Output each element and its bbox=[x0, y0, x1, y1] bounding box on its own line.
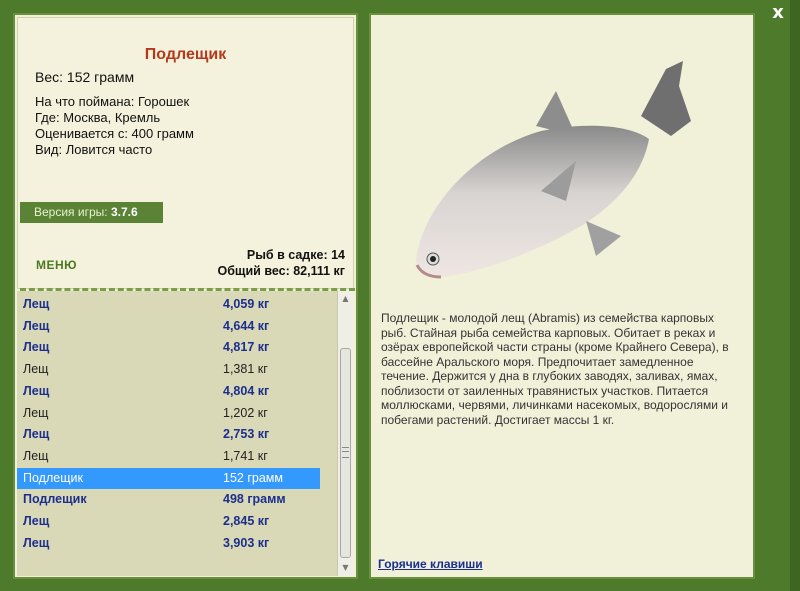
fish-name: Лещ bbox=[23, 405, 49, 420]
list-item[interactable]: Подлещик 498 грамм bbox=[17, 489, 320, 510]
fish-count: Рыб в садке: 14 bbox=[246, 248, 345, 262]
fish-weight-cell: 4,817 кг bbox=[223, 340, 270, 355]
list-item[interactable]: Лещ 1,381 кг bbox=[17, 359, 320, 380]
background-edge bbox=[790, 0, 800, 591]
fish-name: Лещ bbox=[23, 318, 50, 333]
fish-weight-cell: 1,381 кг bbox=[223, 362, 268, 377]
fish-weight-cell: 2,845 кг bbox=[223, 514, 270, 528]
fish-weight-cell: 4,644 кг bbox=[223, 318, 270, 333]
close-icon: x bbox=[772, 2, 784, 23]
total-weight: Общий вес: 82,111 кг bbox=[217, 264, 345, 278]
fish-name: Лещ bbox=[23, 362, 49, 377]
right-panel: Подлещик - молодой лещ (Abramis) из семе… bbox=[369, 13, 755, 579]
grip-icon bbox=[342, 447, 349, 458]
fish-illustration bbox=[415, 61, 691, 279]
fish-weight-cell: 4,804 кг bbox=[223, 383, 270, 398]
location-info: Где: Москва, Кремль bbox=[35, 110, 161, 125]
list-item[interactable]: Лещ 1,741 кг bbox=[17, 446, 320, 467]
fish-weight-cell: 498 грамм bbox=[223, 492, 286, 507]
list-item[interactable]: Лещ 2,845 кг bbox=[17, 511, 320, 532]
fish-name: Лещ bbox=[23, 297, 50, 311]
version-value: 3.7.6 bbox=[110, 205, 138, 219]
fish-name: Лещ bbox=[23, 383, 50, 398]
frequency-info: Вид: Ловится часто bbox=[35, 142, 153, 157]
fish-name: Лещ bbox=[23, 448, 49, 463]
fish-weight-cell: 2,753 кг bbox=[223, 427, 270, 442]
fish-name: Лещ bbox=[23, 514, 50, 528]
scroll-up-icon[interactable]: ▲ bbox=[340, 293, 351, 305]
scroll-thumb[interactable] bbox=[340, 348, 351, 558]
catch-list[interactable]: Лещ 4,059 кг Лещ 4,644 кг Лещ 4,817 кг Лещ 1,38… bbox=[17, 291, 337, 576]
fish-weight-cell: 3,903 кг bbox=[223, 535, 270, 550]
fish-name: Лещ bbox=[23, 340, 50, 355]
bait-info: На что поймана: Горошек bbox=[35, 94, 190, 109]
version-bar: Версия игры: 3.7.6 bbox=[20, 202, 163, 223]
scroll-down-icon[interactable]: ▼ bbox=[340, 562, 351, 574]
fish-title: Подлещик bbox=[144, 46, 227, 63]
list-item[interactable]: Лещ 4,804 кг bbox=[17, 381, 320, 402]
close-button[interactable]: x bbox=[767, 3, 789, 25]
list-item[interactable]: Лещ 4,059 кг bbox=[17, 294, 320, 315]
list-item[interactable]: Лещ 4,817 кг bbox=[17, 337, 320, 358]
list-item[interactable]: Лещ 1,202 кг bbox=[17, 403, 320, 424]
menu-button[interactable]: МЕНЮ bbox=[36, 258, 77, 272]
fish-weight-cell: 152 грамм bbox=[223, 470, 283, 485]
fish-weight-cell: 4,059 кг bbox=[223, 297, 270, 311]
hotkeys-link[interactable]: Горячие клавиши bbox=[378, 557, 483, 571]
keep-net-stats: Рыб в садке: 14 Общий вес: 82,111 кг bbox=[217, 247, 345, 279]
fish-weight-cell: 1,741 кг bbox=[223, 448, 268, 463]
version-label: Версия игры: bbox=[34, 205, 111, 219]
list-item[interactable]: Лещ 4,644 кг bbox=[17, 316, 320, 337]
fish-name: Лещ bbox=[23, 427, 50, 442]
fish-description: Подлещик - молодой лещ (Abramis) из семе… bbox=[381, 311, 729, 427]
list-scrollbar[interactable]: ▲ ▼ bbox=[337, 291, 353, 576]
fish-name: Подлещик bbox=[23, 470, 83, 485]
fish-weight: Вес: 152 грамм bbox=[35, 69, 135, 85]
fish-name: Подлещик bbox=[23, 492, 87, 507]
valuation-info: Оценивается с: 400 грамм bbox=[35, 126, 194, 141]
fish-info-card: Подлещик Вес: 152 грамм На что поймана: … bbox=[17, 17, 355, 291]
list-item[interactable]: Лещ 2,753 кг bbox=[17, 424, 320, 445]
left-panel: Подлещик Вес: 152 грамм На что поймана: … bbox=[13, 13, 358, 579]
fish-name: Лещ bbox=[23, 535, 50, 550]
list-item-selected[interactable]: Подлещик 152 грамм bbox=[17, 467, 320, 489]
list-item[interactable]: Лещ 3,903 кг bbox=[17, 533, 320, 554]
fish-weight-cell: 1,202 кг bbox=[223, 405, 268, 420]
